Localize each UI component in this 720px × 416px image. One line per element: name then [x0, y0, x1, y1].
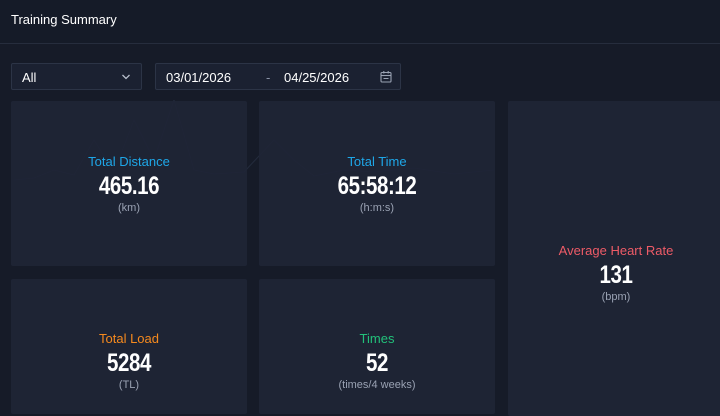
date-range-picker[interactable]: 03/01/2026 - 04/25/2026	[155, 63, 401, 90]
total-load-value: 5284	[107, 349, 151, 377]
times-unit: (times/4 weeks)	[338, 379, 416, 391]
calendar-icon[interactable]	[380, 70, 392, 83]
average-heart-rate-card: Average Heart Rate 131 (bpm)	[508, 101, 720, 416]
total-load-unit: (TL)	[118, 379, 140, 391]
average-heart-rate-label: Average Heart Rate	[558, 243, 674, 258]
times-card: Times 52 (times/4 weeks)	[259, 279, 495, 414]
date-start-input[interactable]: 03/01/2026	[166, 70, 231, 85]
total-time-label: Total Time	[347, 154, 407, 169]
date-separator: -	[266, 70, 271, 85]
app-header: Training Summary	[0, 0, 720, 44]
total-distance-card: Total Distance 465.16 (km)	[11, 101, 247, 266]
times-value: 52	[366, 349, 388, 377]
total-time-value: 65:58:12	[337, 172, 417, 200]
total-time-unit: (h:m:s)	[359, 202, 395, 214]
average-heart-rate-value: 131	[599, 261, 633, 289]
total-load-card: Total Load 5284 (TL)	[11, 279, 247, 414]
times-label: Times	[359, 331, 395, 346]
sport-type-value: All	[22, 70, 37, 85]
total-distance-label: Total Distance	[88, 154, 170, 169]
total-distance-value: 465.16	[98, 172, 160, 200]
total-time-card: Total Time 65:58:12 (h:m:s)	[259, 101, 495, 266]
sport-type-select[interactable]: All	[11, 63, 142, 90]
average-heart-rate-unit: (bpm)	[601, 291, 631, 303]
total-distance-unit: (km)	[118, 202, 140, 214]
page-title: Training Summary	[11, 12, 117, 27]
total-load-label: Total Load	[99, 331, 159, 346]
date-end-input[interactable]: 04/25/2026	[284, 70, 349, 85]
chevron-down-icon	[122, 74, 130, 80]
